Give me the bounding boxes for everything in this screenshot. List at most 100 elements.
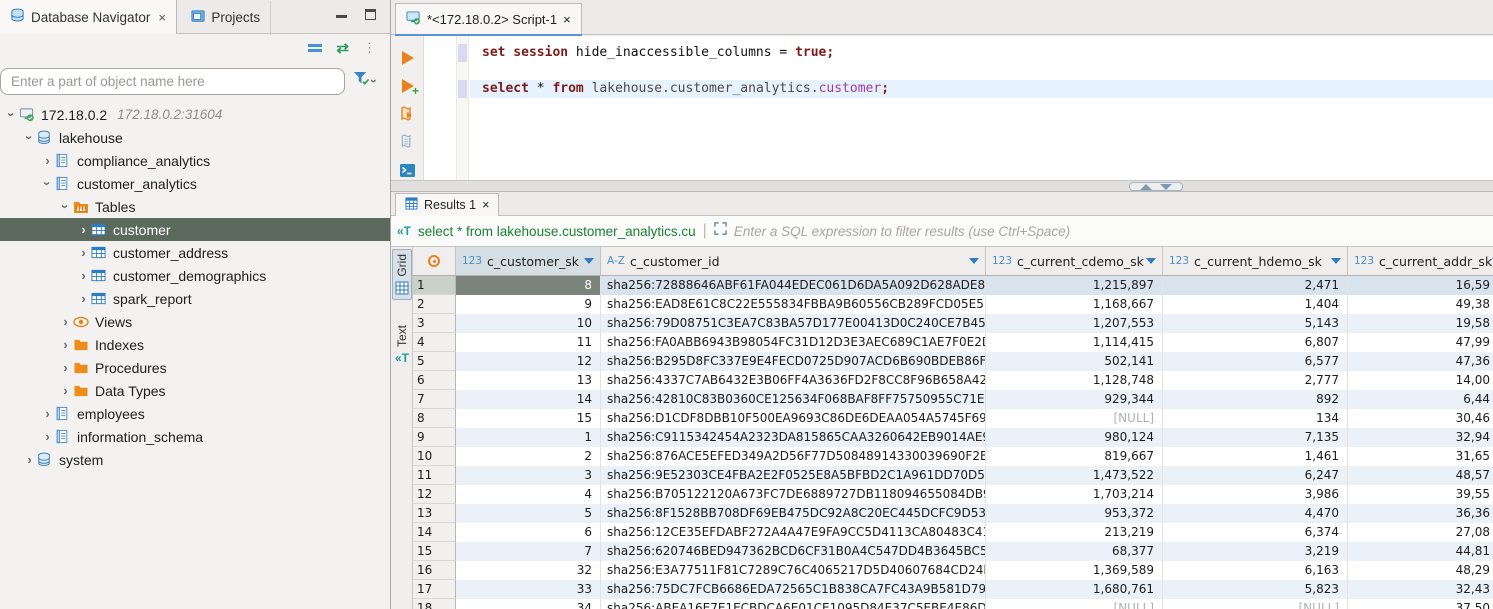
expand-arrow[interactable]: › — [58, 337, 73, 352]
grid-cell[interactable]: 5,143 — [1163, 314, 1348, 333]
row-number[interactable]: 10 — [413, 447, 456, 466]
expand-arrow[interactable]: › — [4, 107, 19, 122]
grid-cell[interactable]: 892 — [1163, 390, 1348, 409]
grid-cell[interactable]: sha256:620746BED947362BCD6CF31B0A4C547DD… — [601, 542, 986, 561]
grid-cell[interactable]: sha256:12CE35EFDABF272A4A47E9FA9CC5D4113… — [601, 523, 986, 542]
row-number[interactable]: 2 — [413, 295, 456, 314]
grid-cell[interactable]: 44,81 — [1348, 542, 1493, 561]
tree-item-compliance-analytics[interactable]: › compliance_analytics — [0, 149, 390, 172]
tree-item-customer-analytics[interactable]: › customer_analytics — [0, 172, 390, 195]
grid-cell[interactable]: sha256:FA0ABB6943B98054FC31D12D3E3AEC689… — [601, 333, 986, 352]
grid-cell[interactable]: 6,247 — [1163, 466, 1348, 485]
grid-cell[interactable]: 19,58 — [1348, 314, 1493, 333]
grid-cell[interactable]: 6,374 — [1163, 523, 1348, 542]
row-number[interactable]: 3 — [413, 314, 456, 333]
tree-item-customer-demographics[interactable]: › customer_demographics — [0, 264, 390, 287]
explain-plan-button[interactable] — [391, 128, 424, 156]
grid-cell[interactable]: sha256:8F1528BB708DF69EB475DC92A8C20EC44… — [601, 504, 986, 523]
grid-cell[interactable]: sha256:ABEA16E7E1ECBDCA6E01CE1095D84E37C… — [601, 599, 986, 609]
select-all-corner[interactable] — [413, 247, 456, 275]
tree-item-system[interactable]: › system — [0, 448, 390, 471]
grid-cell[interactable]: 1,703,214 — [986, 485, 1163, 504]
column-menu-icon[interactable] — [584, 258, 594, 264]
tree-item-indexes[interactable]: › Indexes — [0, 333, 390, 356]
row-number[interactable]: 1 — [413, 276, 456, 295]
grid-cell[interactable]: sha256:C9115342454A2323DA815865CAA326064… — [601, 428, 986, 447]
grid-cell[interactable]: 12 — [456, 352, 601, 371]
grid-cell[interactable]: 15 — [456, 409, 601, 428]
row-number[interactable]: 16 — [413, 561, 456, 580]
grid-cell[interactable]: sha256:72888646ABF61FA044EDEC061D6DA5A09… — [601, 276, 986, 295]
tree-item-customer[interactable]: › customer — [0, 218, 390, 241]
grid-cell[interactable]: 27,08 — [1348, 523, 1493, 542]
tree-item-information-schema[interactable]: › information_schema — [0, 425, 390, 448]
table-row[interactable]: 815sha256:D1CDF8DBB10F500EA9693C86DE6DEA… — [413, 409, 1493, 428]
minimize-icon[interactable] — [336, 15, 347, 18]
column-menu-icon[interactable] — [1331, 258, 1341, 264]
menu-dots-icon[interactable]: ⋮ — [363, 45, 376, 52]
editor-results-splitter[interactable] — [391, 180, 1493, 192]
collapse-up-icon[interactable] — [1140, 184, 1152, 190]
grid-cell[interactable]: 7,135 — [1163, 428, 1348, 447]
row-number[interactable]: 4 — [413, 333, 456, 352]
tree-item-tables-folder[interactable]: › Tables — [0, 195, 390, 218]
tree-item-employees[interactable]: › employees — [0, 402, 390, 425]
grid-cell[interactable]: 10 — [456, 314, 601, 333]
grid-cell[interactable]: 1,369,589 — [986, 561, 1163, 580]
grid-cell[interactable]: 929,344 — [986, 390, 1163, 409]
grid-cell[interactable]: 6,807 — [1163, 333, 1348, 352]
grid-cell[interactable]: 1,461 — [1163, 447, 1348, 466]
expand-arrow[interactable]: › — [40, 429, 55, 444]
table-row[interactable]: 124sha256:B705122120A673FC7DE6889727DB11… — [413, 485, 1493, 504]
tree-item-lakehouse[interactable]: › lakehouse — [0, 126, 390, 149]
grid-cell[interactable]: 37,50 — [1348, 599, 1493, 609]
table-row[interactable]: 146sha256:12CE35EFDABF272A4A47E9FA9CC5D4… — [413, 523, 1493, 542]
grid-cell[interactable]: sha256:E3A77511F81C7289C76C4065217D5D406… — [601, 561, 986, 580]
grid-cell[interactable]: 1,680,761 — [986, 580, 1163, 599]
grid-cell[interactable]: 32,43 — [1348, 580, 1493, 599]
grid-cell[interactable]: 5,823 — [1163, 580, 1348, 599]
grid-cell[interactable]: sha256:75DC7FCB6686EDA72565C1B838CA7FC43… — [601, 580, 986, 599]
grid-cell[interactable]: 47,36 — [1348, 352, 1493, 371]
grid-cell[interactable]: 47,99 — [1348, 333, 1493, 352]
table-row[interactable]: 613sha256:4337C7AB6432E3B06FF4A3636FD2F8… — [413, 371, 1493, 390]
grid-cell[interactable]: sha256:B295D8FC337E9E4FECD0725D907ACD6B6… — [601, 352, 986, 371]
grid-cell[interactable]: sha256:D1CDF8DBB10F500EA9693C86DE6DEAA05… — [601, 409, 986, 428]
tree-item-server[interactable]: › 172.18.0.2 172.18.0.2:31604 — [0, 103, 390, 126]
expand-arrow[interactable]: › — [76, 245, 91, 260]
expand-arrow[interactable]: › — [22, 452, 37, 467]
grid-cell[interactable]: 1,215,897 — [986, 276, 1163, 295]
grid-cell[interactable]: 953,372 — [986, 504, 1163, 523]
table-row[interactable]: 113sha256:9E52303CE4FBA2E2F0525E8A5BFBD2… — [413, 466, 1493, 485]
grid-cell[interactable]: sha256:B705122120A673FC7DE6889727DB11809… — [601, 485, 986, 504]
grid-cell[interactable]: 3 — [456, 466, 601, 485]
expand-arrow[interactable]: › — [58, 360, 73, 375]
table-row[interactable]: 411sha256:FA0ABB6943B98054FC31D12D3E3AEC… — [413, 333, 1493, 352]
grid-cell[interactable]: 31,65 — [1348, 447, 1493, 466]
grid-cell[interactable]: 1,128,748 — [986, 371, 1163, 390]
expand-arrow[interactable]: › — [22, 130, 37, 145]
grid-cell[interactable]: 1,473,522 — [986, 466, 1163, 485]
row-number[interactable]: 8 — [413, 409, 456, 428]
grid-cell[interactable]: 980,124 — [986, 428, 1163, 447]
expand-arrow[interactable]: › — [58, 383, 73, 398]
expand-arrow[interactable]: › — [58, 199, 73, 214]
tab-database-navigator[interactable]: Database Navigator × — [0, 0, 177, 34]
grid-cell[interactable]: 1,168,667 — [986, 295, 1163, 314]
row-number[interactable]: 9 — [413, 428, 456, 447]
table-row[interactable]: 157sha256:620746BED947362BCD6CF31B0A4C54… — [413, 542, 1493, 561]
grid-cell[interactable]: 2,471 — [1163, 276, 1348, 295]
table-row[interactable]: 102sha256:876ACE5EFED349A2D56F77D5084891… — [413, 447, 1493, 466]
grid-cell[interactable]: 2 — [456, 447, 601, 466]
grid-cell[interactable]: 1,114,415 — [986, 333, 1163, 352]
chevron-down-icon[interactable]: › — [367, 79, 381, 83]
column-header-c-current-addr-sk[interactable]: 123c_current_addr_sk — [1348, 247, 1493, 275]
table-row[interactable]: 714sha256:42810C83B0360CE125634F068BAF8F… — [413, 390, 1493, 409]
grid-cell[interactable]: sha256:EAD8E61C8C22E555834FBBA9B60556CB2… — [601, 295, 986, 314]
grid-cell[interactable]: 502,141 — [986, 352, 1163, 371]
table-row[interactable]: 1834sha256:ABEA16E7E1ECBDCA6E01CE1095D84… — [413, 599, 1493, 609]
column-header-c-customer-id[interactable]: A-Zc_customer_id — [601, 247, 986, 275]
grid-cell[interactable]: [NULL] — [1163, 599, 1348, 609]
expand-arrow[interactable]: › — [76, 268, 91, 283]
grid-cell[interactable]: 4 — [456, 485, 601, 504]
